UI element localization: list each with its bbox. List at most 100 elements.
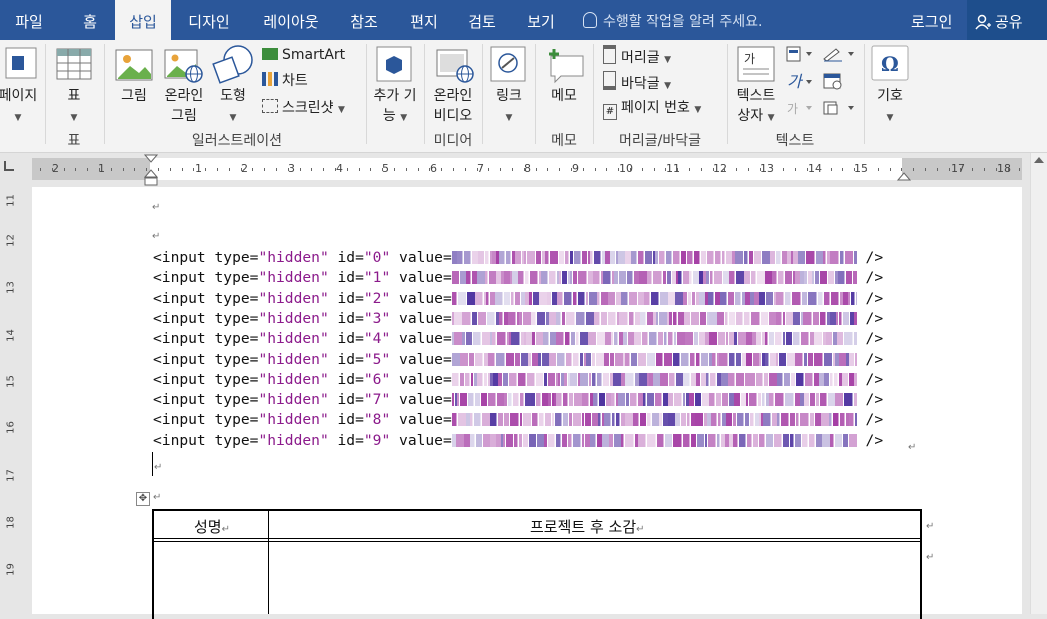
code-id: "7"	[363, 391, 391, 409]
ruler-tick	[606, 168, 607, 171]
code-id: "6"	[363, 370, 391, 388]
ruler-tick	[429, 168, 430, 171]
code-value-attr: value=	[390, 350, 452, 368]
input-line: <input type="hidden" id="1" value= />	[153, 268, 883, 288]
input-line: <input type="hidden" id="6" value= />	[153, 370, 883, 390]
links-button[interactable]: 링크 ▼	[488, 86, 530, 128]
tab-insert[interactable]: 삽입	[115, 0, 171, 40]
tab-home[interactable]: 홈	[70, 0, 110, 40]
page-number-button[interactable]: # 페이지 번호 ▼	[603, 98, 701, 120]
login-button[interactable]: 로그인	[911, 0, 952, 40]
quick-parts-icon[interactable]	[786, 46, 814, 62]
table-button[interactable]: 표 ▼	[54, 86, 94, 128]
tab-selector-icon[interactable]	[4, 161, 14, 171]
ruler-tick	[241, 168, 242, 171]
ruler-tick	[713, 168, 714, 171]
table-header-review[interactable]: 프로젝트 후 소감↵	[530, 516, 645, 537]
code-id: "9"	[363, 431, 391, 449]
online-picture-label-2: 그림	[171, 108, 197, 124]
scroll-up-icon[interactable]	[1034, 157, 1044, 163]
ruler-tick	[972, 168, 973, 171]
cell-end-mark: ↵	[636, 524, 645, 535]
tab-layout[interactable]: 레이아웃	[252, 0, 330, 40]
vertical-scrollbar[interactable]	[1030, 153, 1047, 614]
ruler-tick	[854, 168, 855, 171]
online-picture-button[interactable]: 온라인 그림	[158, 86, 210, 126]
code-end: />	[856, 330, 884, 348]
tell-me-search[interactable]: 수행할 작업을 알려 주세요.	[583, 0, 762, 40]
ruler-tick	[64, 168, 65, 171]
smartart-icon	[262, 48, 278, 60]
add-ins-button[interactable]: 추가 기능 ▼	[366, 86, 424, 128]
paragraph-mark: ↵	[154, 462, 163, 473]
ruler-tick	[276, 168, 277, 171]
ruler-tick	[559, 168, 560, 171]
redacted-value	[451, 271, 857, 285]
smartart-button[interactable]: SmartArt	[262, 45, 345, 65]
table-label: 표	[67, 88, 81, 104]
object-icon[interactable]	[822, 100, 856, 116]
vertical-ruler[interactable]: 11 12 13 14 15 16 17 18 19	[0, 187, 20, 614]
chevron-down-icon: ▼	[400, 113, 408, 123]
table-header-name[interactable]: 성명↵	[194, 516, 230, 537]
ruler-tick	[406, 168, 407, 171]
online-video-button[interactable]: 온라인 비디오	[428, 86, 478, 126]
paragraph-mark: ↵	[152, 231, 161, 242]
pages-button[interactable]: 페이지 ▼	[0, 86, 42, 128]
ruler-tick	[99, 168, 100, 171]
code-id: "4"	[363, 330, 391, 348]
share-button[interactable]: 공유	[967, 0, 1047, 40]
picture-button[interactable]: 그림	[112, 86, 156, 106]
tab-file[interactable]: 파일	[0, 0, 58, 40]
row-end-mark: ↵	[926, 521, 935, 532]
indent-marker-icon[interactable]	[144, 154, 158, 188]
drop-cap-icon[interactable]: 가	[786, 100, 814, 116]
chart-button[interactable]: 차트	[262, 71, 308, 91]
right-indent-marker-icon[interactable]	[897, 170, 911, 182]
code-id: "1"	[363, 269, 391, 287]
ruler-number: 1	[195, 162, 202, 175]
code-type: "hidden"	[258, 330, 329, 348]
chart-label: 차트	[282, 73, 308, 89]
tab-review[interactable]: 검토	[456, 0, 508, 40]
header-button[interactable]: 머리글 ▼	[603, 45, 671, 70]
ruler-tick	[831, 168, 832, 171]
wordart-icon[interactable]: 가	[786, 72, 814, 90]
table-move-handle-icon[interactable]: ✥	[136, 492, 150, 506]
comment-button[interactable]: 메모	[542, 86, 586, 106]
footer-label: 바닥글	[621, 76, 660, 92]
shapes-icon	[212, 45, 253, 84]
signature-line-icon[interactable]	[822, 46, 856, 62]
tab-design[interactable]: 디자인	[178, 0, 240, 40]
ruler-tick	[665, 168, 666, 171]
footer-button[interactable]: 바닥글 ▼	[603, 71, 671, 96]
ruler-tick	[677, 168, 678, 171]
symbol-button[interactable]: 기호 ▼	[868, 86, 912, 128]
ruler-number: 17	[951, 162, 965, 175]
online-picture-icon	[164, 49, 203, 83]
shapes-button[interactable]: 도형 ▼	[212, 86, 254, 128]
code-end: />	[856, 350, 884, 368]
tell-me-text: 수행할 작업을 알려 주세요.	[603, 14, 763, 30]
ruler-tick	[571, 168, 572, 171]
group-media: 미디어	[433, 133, 473, 149]
code-value-attr: value=	[390, 289, 452, 307]
input-line: <input type="hidden" id="0" value= />	[153, 248, 883, 268]
svg-text:Ω: Ω	[881, 52, 899, 76]
code-type: "hidden"	[258, 309, 329, 327]
text-box-button[interactable]: 텍스트 상자 ▼	[730, 86, 782, 128]
tab-mailings[interactable]: 편지	[398, 0, 450, 40]
table-icon	[56, 48, 92, 80]
redacted-value	[451, 372, 857, 386]
code-end: />	[856, 431, 884, 449]
header-review-text: 프로젝트 후 소감	[530, 518, 637, 536]
chevron-down-icon: ▼	[767, 113, 775, 123]
ruler-tick	[500, 168, 501, 171]
screenshot-button[interactable]: 스크린샷 ▼	[262, 98, 345, 120]
ruler-tick	[925, 168, 926, 171]
divider	[45, 44, 46, 144]
date-time-icon[interactable]	[822, 72, 846, 90]
ruler-tick	[418, 168, 419, 171]
tab-view[interactable]: 보기	[514, 0, 568, 40]
tab-references[interactable]: 참조	[338, 0, 390, 40]
